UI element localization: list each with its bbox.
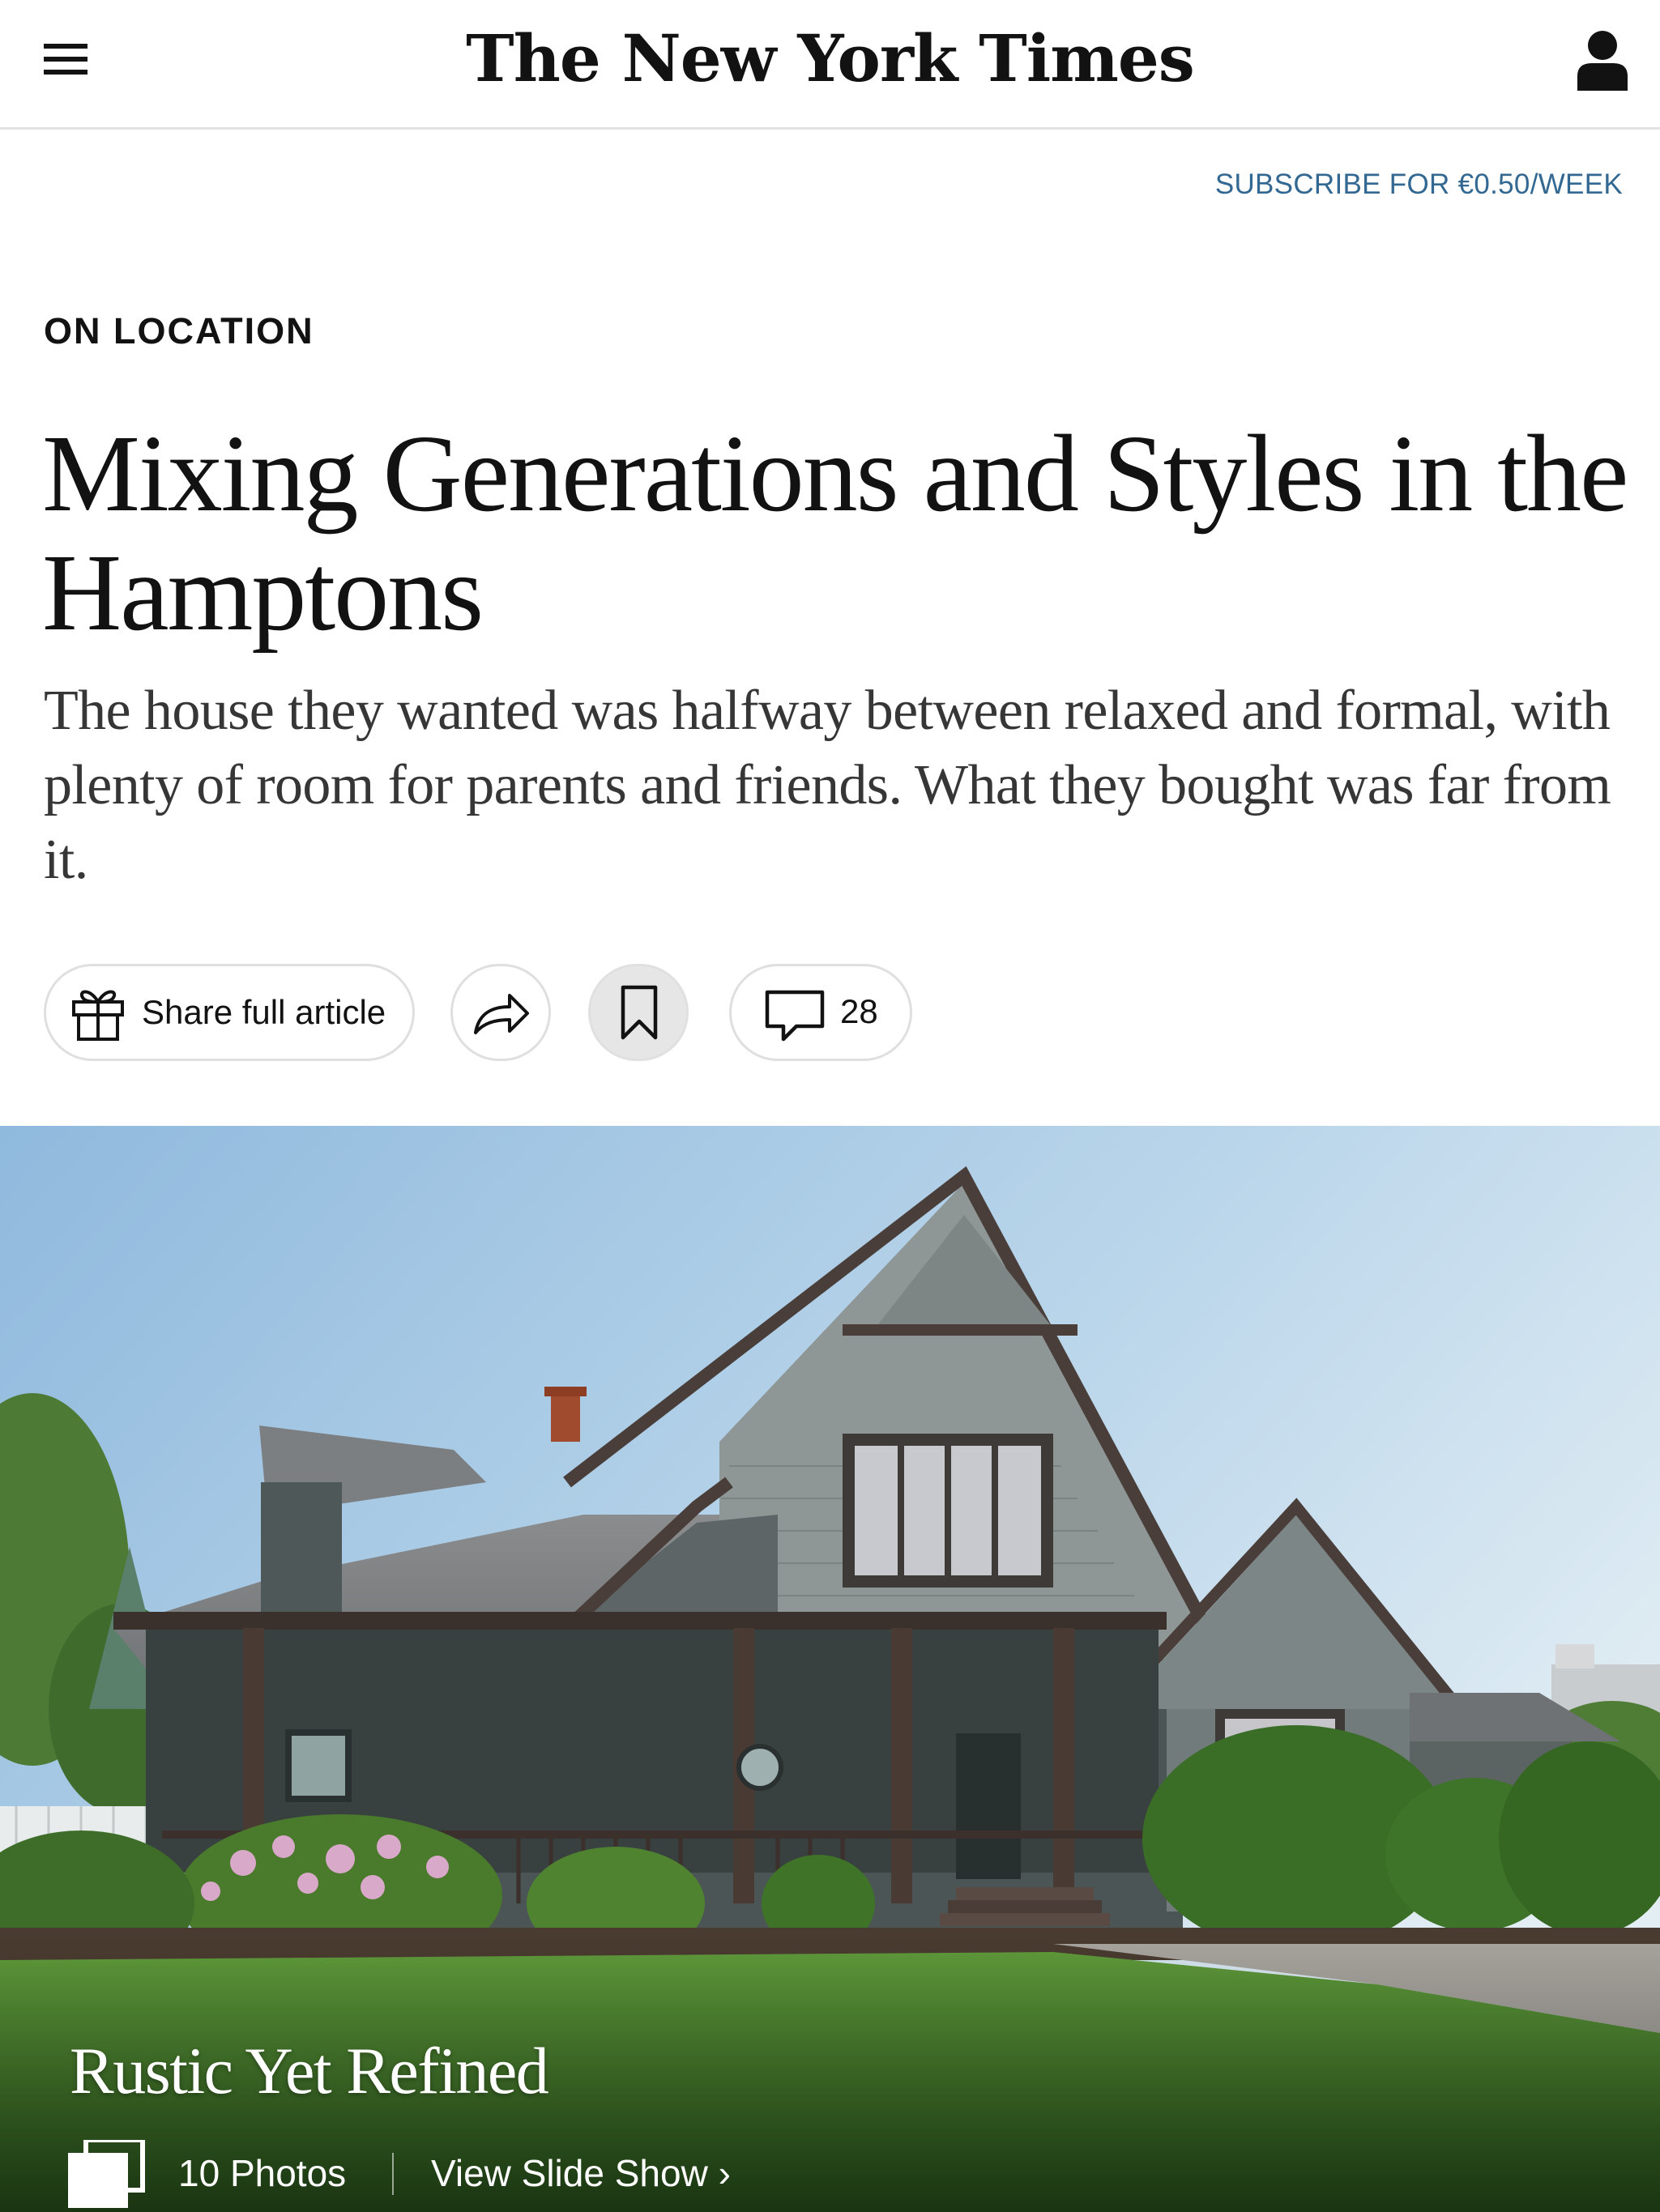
comments-button[interactable]: 28 — [729, 964, 912, 1061]
share-button[interactable] — [450, 964, 551, 1061]
photo-stack-icon — [68, 2140, 145, 2208]
gallery-divider — [392, 2153, 394, 2195]
save-bookmark-button[interactable] — [588, 964, 689, 1061]
comments-count: 28 — [840, 992, 878, 1030]
share-full-article-label: Share full article — [142, 993, 386, 1031]
article-summary: The house they wanted was halfway betwee… — [44, 680, 1611, 891]
slideshow-title: Rustic Yet Refined — [70, 2034, 549, 2108]
bookmark-icon — [621, 985, 658, 1040]
view-slideshow-link[interactable]: View Slide Show › — [431, 2151, 731, 2195]
share-full-article-button[interactable]: Share full article — [44, 964, 415, 1061]
gift-icon — [72, 990, 124, 1041]
subscribe-link[interactable]: SUBSCRIBE FOR €0.50/WEEK — [1215, 168, 1623, 201]
account-icon[interactable] — [1576, 29, 1629, 91]
article-headline: Mixing Generations and Styles in the Ham… — [42, 413, 1628, 654]
comment-bubble-icon — [765, 990, 825, 1042]
section-kicker[interactable]: ON LOCATION — [44, 310, 314, 352]
slideshow-bar: 10 Photos View Slide Show › — [68, 2135, 959, 2208]
top-navigation-bar: The New York Times — [0, 0, 1660, 130]
nyt-logo[interactable]: The New York Times — [0, 18, 1660, 99]
share-arrow-icon — [474, 994, 529, 1034]
photo-count: 10 Photos — [178, 2152, 347, 2194]
